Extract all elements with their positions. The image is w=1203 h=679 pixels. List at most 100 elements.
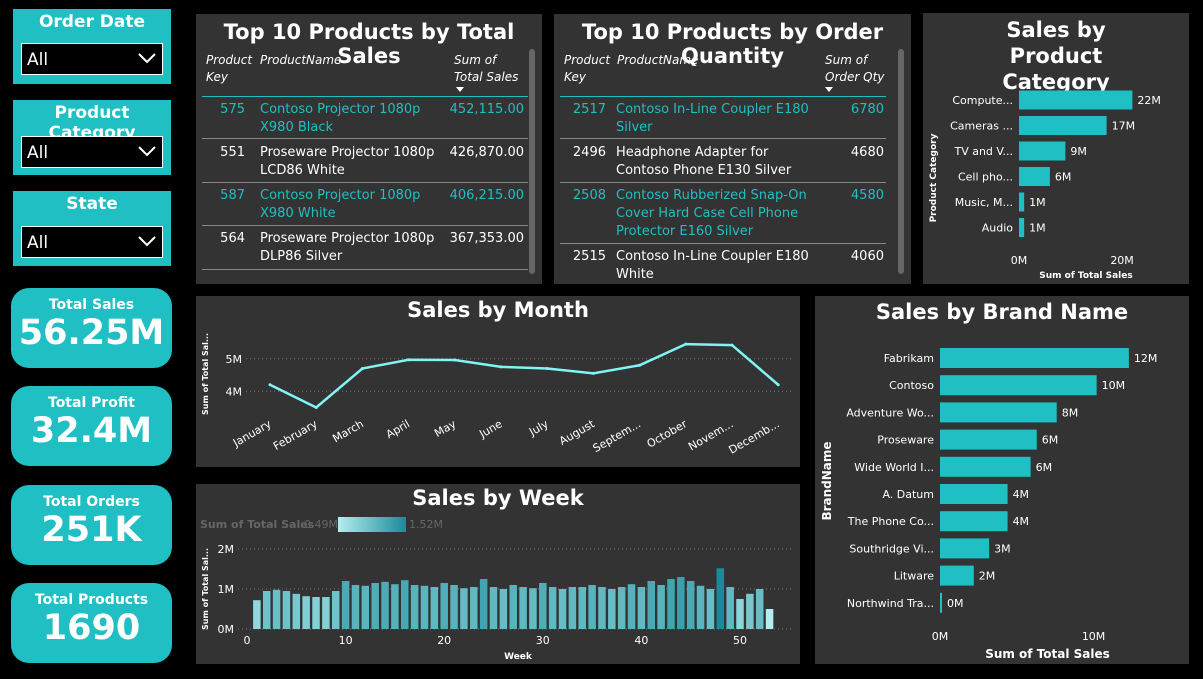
table-row[interactable]: 564 Proseware Projector 1080p DLP86 Silv…: [202, 230, 528, 270]
x-tick-label: Decemb...: [726, 417, 781, 456]
bar: [755, 589, 764, 629]
slicer-product-category: Product Category All: [13, 100, 171, 175]
x-tick-label: July: [526, 417, 551, 439]
dropdown-value: All: [27, 233, 49, 253]
header-product-name[interactable]: ProductName: [260, 52, 341, 69]
bar: [499, 589, 508, 629]
category-chart-panel: Sales by Product Category Compute... 22M C…: [923, 13, 1189, 284]
bar: [548, 587, 557, 629]
bar: [578, 587, 586, 629]
table-row[interactable]: 2515 Contoso In-Line Coupler E180 White …: [560, 248, 886, 284]
y-axis-label: BrandName: [820, 441, 834, 520]
x-axis-label: Sum of Total Sales: [985, 647, 1110, 661]
table-row[interactable]: 587 Contoso Projector 1080p X980 White 4…: [202, 187, 528, 227]
data-label: 6M: [1042, 434, 1059, 447]
order-date-dropdown[interactable]: All: [21, 43, 163, 75]
header-sum-total-sales[interactable]: Sum of Total Sales: [454, 52, 526, 86]
bar: [381, 581, 389, 629]
bar: [479, 579, 488, 629]
category-label: A. Datum: [882, 488, 934, 501]
x-tick-label: 0M: [932, 630, 949, 643]
data-point: [591, 371, 595, 375]
slicer-order-date: Order Date All: [13, 9, 171, 84]
bar: [657, 585, 665, 629]
cell-key: 564: [220, 231, 245, 246]
category-label: Proseware: [877, 434, 934, 447]
kpi-total-orders: Total Orders 251K: [11, 485, 172, 565]
x-tick-label: 10M: [1082, 630, 1106, 643]
bar: [1019, 218, 1025, 237]
header-product-key[interactable]: Product Key: [206, 52, 254, 86]
bar: [940, 538, 990, 559]
bar: [940, 456, 1031, 477]
data-label: 22M: [1137, 94, 1161, 107]
legend-max-label: 1.52M: [409, 518, 443, 531]
category-label: Compute...: [952, 94, 1013, 107]
row-separator: [560, 243, 886, 244]
table-row[interactable]: 2517 Contoso In-Line Coupler E180 Silver…: [560, 101, 886, 141]
data-label: 9M: [1070, 145, 1087, 158]
cell-value: 426,870.00: [449, 145, 524, 160]
week-bar-chart: Sum of Total Sales0.49M 1.52M 0M 1M 2M 0 10 20 3…: [200, 517, 792, 662]
state-dropdown[interactable]: All: [21, 226, 163, 258]
category-label: Contoso: [889, 379, 934, 392]
bar: [272, 589, 281, 629]
cell-name: Contoso In-Line Coupler E180 White: [616, 249, 809, 282]
kpi-value: 56.25M: [18, 313, 165, 353]
cell-name: Proseware Projector 1080p LCD86 White: [260, 145, 435, 178]
category-label: Southridge Vi...: [849, 542, 934, 555]
bar: [608, 589, 616, 629]
product-category-dropdown[interactable]: All: [21, 136, 163, 168]
bar: [262, 591, 271, 629]
month-line-chart: 4M 5M JanuaryFebruary March April May June July…: [201, 333, 792, 457]
category-label: Fabrikam: [884, 352, 934, 365]
data-point: [499, 365, 503, 369]
bar: [391, 584, 399, 629]
table-row[interactable]: 551 Proseware Projector 1080p LCD86 Whit…: [202, 144, 528, 184]
slicer-title: State: [66, 194, 118, 214]
kpi-value: 1690: [42, 608, 141, 648]
table-row[interactable]: 2508 Contoso Rubberized Snap-On Cover Ha…: [560, 187, 886, 245]
cell-key: 2496: [572, 145, 606, 160]
y-axis-label: Sum of Total Sal...: [201, 548, 210, 630]
bar: [765, 609, 774, 629]
kpi-value: 32.4M: [30, 411, 153, 451]
data-label: 17M: [1112, 120, 1136, 133]
bar: [539, 583, 547, 629]
data-label: 12M: [1134, 352, 1158, 365]
data-point: [407, 358, 411, 362]
row-separator: [202, 182, 528, 183]
table-scrollbar[interactable]: [529, 49, 535, 274]
data-label: 2M: [979, 570, 996, 583]
bar: [322, 597, 330, 629]
bar: [746, 593, 754, 629]
header-product-key[interactable]: Product Key: [564, 52, 612, 86]
bar: [1019, 141, 1066, 161]
table-scrollbar[interactable]: [898, 49, 904, 274]
y-tick-label: 5M: [226, 353, 243, 366]
x-tick-label: 20M: [1110, 254, 1134, 267]
bar: [1019, 90, 1133, 110]
cell-key: 2508: [572, 188, 606, 203]
month-chart-panel: Sales by Month 4M 5M January February March A…: [196, 296, 800, 467]
data-point: [314, 406, 318, 409]
header-product-name[interactable]: ProductName: [617, 52, 698, 69]
bar: [470, 587, 478, 629]
header-sum-order-qty[interactable]: Sum of Order Qty: [825, 52, 887, 86]
cell-key: 575: [220, 102, 245, 117]
x-axis-label: Sum of Total Sales: [1039, 271, 1132, 281]
table-row[interactable]: 2496 Headphone Adapter for Contoso Phone…: [560, 144, 886, 184]
bar: [331, 591, 340, 629]
bar: [430, 587, 439, 629]
bar: [677, 577, 685, 629]
bar: [558, 589, 567, 629]
header-separator: [202, 96, 528, 97]
table-row[interactable]: 575 Contoso Projector 1080p X980 Black 4…: [202, 101, 528, 141]
bar: [706, 589, 715, 629]
row-separator: [202, 138, 528, 139]
cell-name: Proseware Projector 1080p DLP86 Silver: [260, 231, 435, 264]
bar: [598, 587, 606, 629]
brand-bar-chart: Fabrikam 12M Contoso 10M Adventure Wo... 8M Pr…: [820, 348, 1158, 661]
bar: [450, 585, 458, 629]
bar: [1019, 116, 1107, 135]
